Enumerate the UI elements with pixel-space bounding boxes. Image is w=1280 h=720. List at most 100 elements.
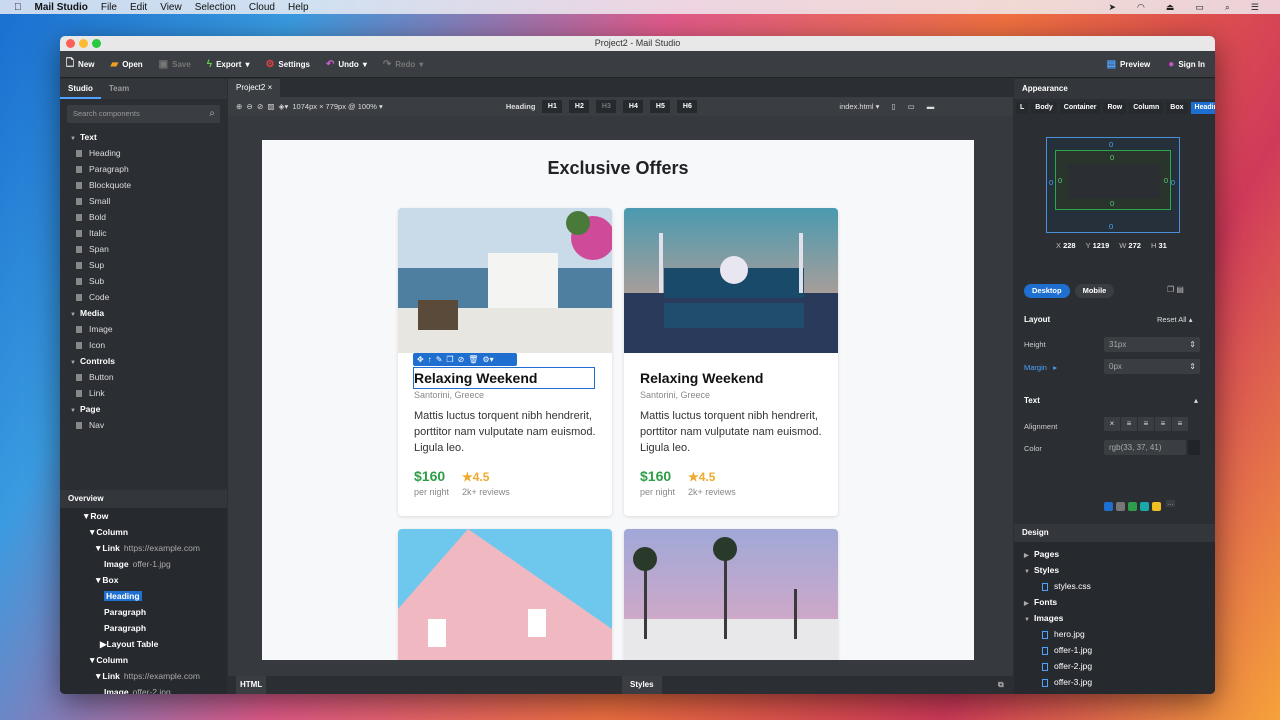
crumb-box[interactable]: Box (1166, 102, 1188, 114)
reset-all-button[interactable]: Reset All ▴ (1157, 315, 1192, 324)
overview-node[interactable]: ▼Link https://example.com (60, 540, 227, 556)
component-blockquote[interactable]: Blockquote (60, 177, 227, 193)
color-swatch[interactable] (1104, 502, 1113, 511)
overview-node[interactable]: ▼Row (60, 508, 227, 524)
overview-node[interactable]: ▼Link https://example.com (60, 668, 227, 684)
crumb-body[interactable]: Body (1031, 102, 1057, 114)
h3-button[interactable]: H3 (596, 100, 617, 113)
component-italic[interactable]: Italic (60, 225, 227, 241)
menu-help[interactable]: Help (288, 2, 309, 13)
tab-styles[interactable]: Styles (622, 676, 662, 694)
redo-button[interactable]: ↷ Redo ▾ (383, 59, 423, 70)
offer-reviews[interactable]: 2k+ reviews (688, 487, 736, 497)
offer-card-3[interactable] (398, 529, 612, 660)
close-window-button[interactable] (66, 39, 75, 48)
save-button[interactable]: ▣ Save (159, 59, 191, 70)
overview-node[interactable]: ▼Column (60, 652, 227, 668)
design-file[interactable]: offer-1.jpg (1024, 642, 1215, 658)
design-group-fonts[interactable]: ▶ Fonts (1024, 594, 1215, 610)
minimize-window-button[interactable] (79, 39, 88, 48)
tab-studio[interactable]: Studio (60, 79, 101, 99)
arrow-up-icon[interactable]: ↑ (428, 355, 432, 364)
offer-price[interactable]: $160 (414, 468, 445, 484)
overview-node[interactable]: Image offer-1.jpg (60, 556, 227, 572)
design-file[interactable]: offer-3.jpg (1024, 674, 1215, 690)
tab-team[interactable]: Team (101, 79, 137, 99)
component-sub[interactable]: Sub (60, 273, 227, 289)
height-input[interactable]: 31px ⇕ (1104, 337, 1200, 352)
crumb-row[interactable]: Row (1103, 102, 1127, 114)
component-bold[interactable]: Bold (60, 209, 227, 225)
margin-label[interactable]: Margin ▸ (1024, 363, 1057, 372)
h6-button[interactable]: H6 (677, 100, 698, 113)
padding-left[interactable]: 0 (1058, 176, 1062, 185)
desktop-icon[interactable]: ▬ (927, 102, 935, 111)
mobile-button[interactable]: Mobile (1074, 284, 1115, 298)
component-link[interactable]: Link (60, 385, 227, 401)
h2-button[interactable]: H2 (569, 100, 590, 113)
stepper-icon[interactable]: ⇕ (1189, 359, 1196, 374)
padding-right[interactable]: 0 (1164, 176, 1168, 185)
tree-group-media[interactable]: ▼ Media (60, 305, 227, 321)
file-select[interactable]: index.html ▾ (839, 102, 879, 111)
menu-file[interactable]: File (101, 2, 117, 13)
component-image[interactable]: Image (60, 321, 227, 337)
email-canvas[interactable]: Exclusive Offers Relaxing Weekend Santor… (262, 140, 974, 660)
align-justify-icon[interactable]: ≡ (1172, 417, 1188, 431)
color-swatch[interactable] (1152, 502, 1161, 511)
preview-button[interactable]: ▤ Preview (1107, 59, 1151, 70)
settings-button[interactable]: ⚙ Settings (265, 59, 310, 70)
margin-top[interactable]: 0 (1109, 140, 1113, 149)
offer-3-image[interactable] (398, 529, 612, 660)
menu-edit[interactable]: Edit (130, 2, 147, 13)
overview-node[interactable]: Heading (60, 588, 227, 604)
trash-icon[interactable]: 🗑 (468, 355, 478, 364)
offer-card-2[interactable]: Relaxing Weekend Santorini, Greece Matti… (624, 208, 838, 516)
offer-4-image[interactable] (624, 529, 838, 660)
h1-button[interactable]: H1 (542, 100, 563, 113)
rotate-icon[interactable]: ⊘ (257, 102, 263, 111)
phone-icon[interactable]: ▯ (891, 102, 895, 111)
tab-html[interactable]: HTML (236, 676, 267, 694)
color-swatch[interactable] (1128, 502, 1137, 511)
menu-view[interactable]: View (160, 2, 182, 13)
eject-icon[interactable]: ⏏ (1166, 2, 1175, 13)
offer-heading[interactable]: Relaxing Weekend (640, 370, 763, 386)
offer-1-image[interactable] (398, 208, 612, 353)
margin-right[interactable]: 0 (1171, 178, 1175, 187)
crumb-heading[interactable]: Heading (1190, 102, 1215, 114)
undo-button[interactable]: ↶ Undo ▾ (326, 59, 367, 70)
overview-node[interactable]: Paragraph (60, 620, 227, 636)
overview-node[interactable]: ▼Column (60, 524, 227, 540)
design-file[interactable]: offer-2.jpg (1024, 658, 1215, 674)
offer-description[interactable]: Mattis luctus torquent nibh hendrerit, p… (414, 408, 599, 456)
color-swatch[interactable] (1116, 502, 1125, 511)
component-sup[interactable]: Sup (60, 257, 227, 273)
component-button[interactable]: Button (60, 369, 227, 385)
popout-icon[interactable]: ⧉ (998, 676, 1004, 694)
menu-selection[interactable]: Selection (195, 2, 236, 13)
color-preview[interactable] (1188, 440, 1200, 455)
design-file[interactable]: offer-4.jpg (1024, 690, 1215, 694)
overview-node[interactable]: Image offer-2.jpg (60, 684, 227, 694)
desktop-button[interactable]: Desktop (1024, 284, 1070, 298)
copy-style-icon[interactable]: ❐ ▤ (1167, 285, 1184, 294)
new-button[interactable]: 🗋 New (66, 56, 95, 73)
pencil-icon[interactable]: ✎ (436, 355, 443, 364)
tree-group-controls[interactable]: ▼ Controls (60, 353, 227, 369)
offer-per-night[interactable]: per night (414, 487, 449, 497)
more-colors-button[interactable]: … (1166, 500, 1175, 507)
crumb-l[interactable]: L (1016, 102, 1029, 114)
zoom-out-icon[interactable]: ⊖ (246, 102, 252, 111)
crumb-container[interactable]: Container (1059, 102, 1101, 114)
search-input[interactable]: Search components ⌕ (67, 105, 220, 123)
color-swatch[interactable] (1140, 502, 1149, 511)
overview-node[interactable]: ▼Box (60, 572, 227, 588)
align-right-icon[interactable]: ≡ (1155, 417, 1171, 431)
box-model[interactable]: 0 0 0 0 0 0 0 0 (1046, 137, 1180, 233)
location-icon[interactable]: ➤ (1108, 2, 1116, 13)
overview-node[interactable]: Paragraph (60, 604, 227, 620)
tree-group-text[interactable]: ▼ Text (60, 129, 227, 145)
component-paragraph[interactable]: Paragraph (60, 161, 227, 177)
offer-description[interactable]: Mattis luctus torquent nibh hendrerit, p… (640, 408, 825, 456)
